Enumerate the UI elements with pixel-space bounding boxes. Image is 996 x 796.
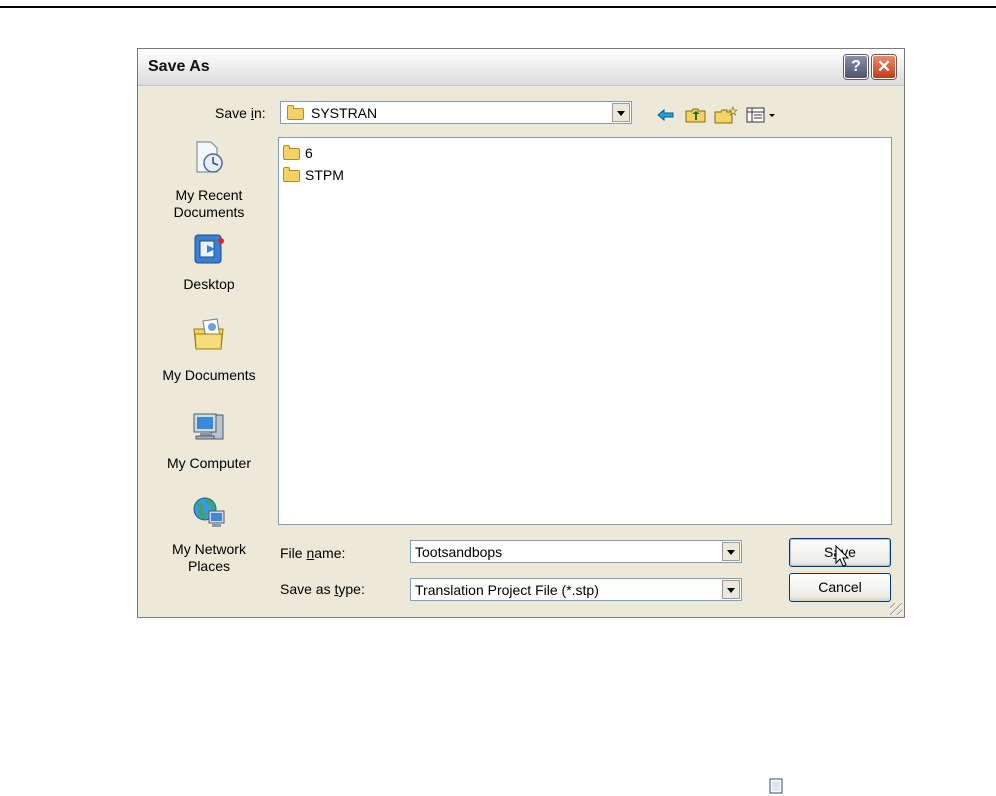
up-one-level-button[interactable]: [685, 106, 707, 124]
folder-icon: [283, 145, 300, 160]
desktop-icon: [194, 234, 224, 264]
recent-documents-icon: [196, 141, 223, 173]
place-label: My Recent: [175, 187, 243, 203]
title-bar[interactable]: Save As ? ✕: [138, 49, 904, 86]
close-icon: ✕: [876, 57, 892, 76]
places-bar: My Recent Documents Desktop My Documents: [150, 137, 268, 589]
place-label: Places: [187, 558, 231, 574]
place-desktop[interactable]: Desktop: [150, 231, 268, 301]
my-computer-icon: [193, 413, 224, 440]
help-button[interactable]: ?: [844, 55, 868, 79]
file-name: 6: [305, 145, 313, 161]
page-icon: [769, 778, 783, 794]
save-in-dropdown[interactable]: SYSTRAN: [280, 101, 632, 124]
place-label: My Documents: [162, 367, 256, 383]
save-as-type-value: Translation Project File (*.stp): [415, 582, 599, 598]
place-label: My Computer: [166, 455, 252, 471]
cancel-button[interactable]: Cancel: [789, 573, 891, 602]
file-name-field[interactable]: Tootsandbops: [410, 540, 742, 563]
help-icon: ?: [851, 58, 861, 75]
mouse-cursor-icon: [835, 545, 850, 567]
my-documents-icon: [193, 318, 224, 350]
place-my-computer[interactable]: My Computer: [150, 409, 268, 479]
views-menu-icon: [746, 107, 775, 123]
place-my-documents[interactable]: My Documents: [150, 317, 268, 387]
resize-grip[interactable]: [890, 603, 902, 615]
file-name-value: Tootsandbops: [415, 544, 503, 560]
folder-icon: [283, 167, 300, 182]
chevron-down-icon[interactable]: [722, 580, 740, 599]
file-name: STPM: [305, 167, 344, 183]
place-label: Desktop: [183, 276, 235, 292]
up-folder-icon: [685, 108, 706, 123]
save-as-type-label: Save as type:: [280, 581, 365, 597]
create-new-folder-button[interactable]: [714, 106, 738, 124]
dialog-title: Save As: [148, 58, 210, 75]
place-label: My Network: [172, 541, 246, 557]
back-arrow-icon: [657, 108, 674, 122]
file-name-label: File name:: [280, 545, 346, 561]
save-as-dialog: Save As ? ✕ Save in: SYSTRAN My Recent D…: [137, 48, 905, 618]
folder-icon: [287, 105, 304, 120]
chevron-down-icon[interactable]: [722, 542, 740, 561]
views-menu-button[interactable]: [746, 106, 778, 124]
close-button[interactable]: ✕: [872, 55, 896, 79]
save-in-value: SYSTRAN: [311, 105, 378, 121]
save-as-type-dropdown[interactable]: Translation Project File (*.stp): [410, 578, 742, 601]
place-label: Documents: [173, 204, 245, 220]
back-button[interactable]: [656, 106, 676, 124]
place-my-network-places[interactable]: My Network Places: [150, 495, 268, 581]
save-in-label: Save in:: [215, 105, 266, 121]
network-places-icon: [193, 497, 225, 527]
chevron-down-icon[interactable]: [612, 103, 630, 122]
new-folder-icon: [714, 106, 738, 124]
file-list[interactable]: 6 STPM: [278, 137, 892, 525]
place-my-recent-documents[interactable]: My Recent Documents: [150, 137, 268, 225]
page-top-rule: [0, 6, 996, 8]
